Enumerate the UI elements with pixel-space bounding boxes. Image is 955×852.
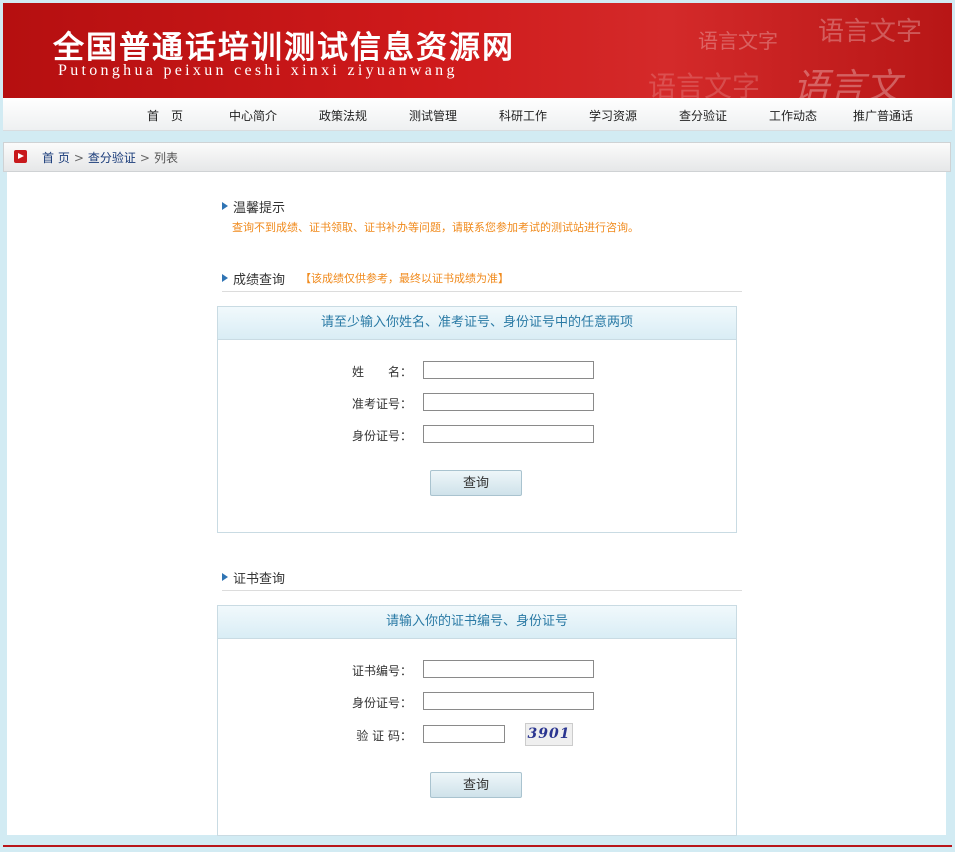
cert-query-panel: 请输入你的证书编号、身份证号 证书编号： 身份证号： 验 证 码： 3901 查… — [217, 605, 737, 836]
name-label: 姓 名： — [351, 365, 412, 379]
page: 语言文字 语言文字 语言文字 语言文 全国普通话培训测试信息资源网 Putong… — [0, 0, 955, 852]
cert-id-number-row: 身份证号： — [218, 692, 736, 712]
id-number-row: 身份证号： — [218, 425, 736, 445]
cert-number-input[interactable] — [423, 660, 594, 678]
name-row: 姓 名： — [218, 361, 736, 381]
breadcrumb-home-link[interactable]: 首 页 — [42, 151, 70, 165]
cert-number-label: 证书编号： — [351, 664, 412, 678]
captcha-input[interactable] — [423, 725, 505, 743]
main-nav: 首 页 中心简介 政策法规 测试管理 科研工作 学习资源 查分验证 工作动态 推… — [3, 98, 952, 131]
triangle-bullet-icon — [222, 202, 228, 210]
cert-query-title: 证书查询 — [233, 572, 286, 587]
breadcrumb-section-link[interactable]: 查分验证 — [88, 151, 136, 165]
site-subtitle: Putonghua peixun ceshi xinxi ziyuanwang — [58, 62, 458, 79]
triangle-bullet-icon — [222, 573, 228, 581]
main-content: 温馨提示 查询不到成绩、证书领取、证书补办等问题，请联系您参加考试的测试站进行咨… — [7, 172, 946, 836]
breadcrumb-separator: > — [73, 151, 84, 165]
score-query-panel-title: 请至少输入你姓名、准考证号、身份证号中的任意两项 — [218, 307, 736, 340]
cert-query-panel-title: 请输入你的证书编号、身份证号 — [218, 606, 736, 639]
exam-number-label: 准考证号： — [351, 397, 412, 411]
nav-item-home[interactable]: 首 页 — [147, 107, 183, 124]
tips-header: 温馨提示 — [222, 197, 742, 219]
nav-item-about[interactable]: 中心简介 — [229, 107, 277, 124]
tips-title: 温馨提示 — [233, 201, 286, 216]
cert-id-number-input[interactable] — [423, 692, 594, 710]
id-number-label: 身份证号： — [351, 429, 412, 443]
breadcrumb-current: 列表 — [153, 151, 178, 165]
exam-number-input[interactable] — [423, 393, 594, 411]
site-title: 全国普通话培训测试信息资源网 — [53, 30, 515, 66]
nav-item-resources[interactable]: 学习资源 — [589, 107, 637, 124]
play-arrow-icon — [14, 150, 27, 163]
score-query-title: 成绩查询 — [233, 273, 286, 288]
score-query-note: 【该成绩仅供参考，最终以证书成绩为准】 — [300, 272, 509, 285]
site-banner: 语言文字 语言文字 语言文字 语言文 全国普通话培训测试信息资源网 Putong… — [3, 3, 952, 98]
score-query-panel: 请至少输入你姓名、准考证号、身份证号中的任意两项 姓 名： 准考证号： 身份证号… — [217, 306, 737, 533]
nav-item-score-check[interactable]: 查分验证 — [679, 107, 727, 124]
cert-query-header: 证书查询 — [222, 568, 742, 591]
id-number-input[interactable] — [423, 425, 594, 443]
name-input[interactable] — [423, 361, 594, 379]
breadcrumb: 首 页 > 查分验证 > 列表 — [3, 142, 951, 172]
tips-text: 查询不到成绩、证书领取、证书补办等问题，请联系您参加考试的测试站进行咨询。 — [232, 221, 639, 234]
nav-item-promotion[interactable]: 推广普通话 — [853, 107, 913, 124]
cert-query-button[interactable]: 查询 — [430, 772, 522, 798]
cert-number-row: 证书编号： — [218, 660, 736, 680]
captcha-label: 验 证 码： — [356, 729, 412, 743]
cert-id-number-label: 身份证号： — [351, 696, 412, 710]
footer-divider — [3, 845, 952, 847]
banner-decor-text: 语言文字 — [818, 17, 923, 47]
captcha-image[interactable]: 3901 — [525, 723, 573, 746]
breadcrumb-separator: > — [139, 151, 150, 165]
triangle-bullet-icon — [222, 274, 228, 282]
exam-number-row: 准考证号： — [218, 393, 736, 413]
banner-decor-text: 语言文 — [793, 67, 902, 98]
nav-item-policy[interactable]: 政策法规 — [319, 107, 367, 124]
score-query-button[interactable]: 查询 — [430, 470, 522, 496]
breadcrumb-trail: 首 页 > 查分验证 > 列表 — [42, 149, 178, 166]
nav-item-news[interactable]: 工作动态 — [769, 107, 817, 124]
nav-item-test-management[interactable]: 测试管理 — [409, 107, 457, 124]
nav-item-research[interactable]: 科研工作 — [499, 107, 547, 124]
score-query-header: 成绩查询 【该成绩仅供参考，最终以证书成绩为准】 — [222, 269, 742, 292]
captcha-row: 验 证 码： 3901 — [218, 723, 736, 746]
banner-decor-text: 语言文字 — [648, 70, 761, 98]
banner-decor-text: 语言文字 — [698, 29, 778, 53]
